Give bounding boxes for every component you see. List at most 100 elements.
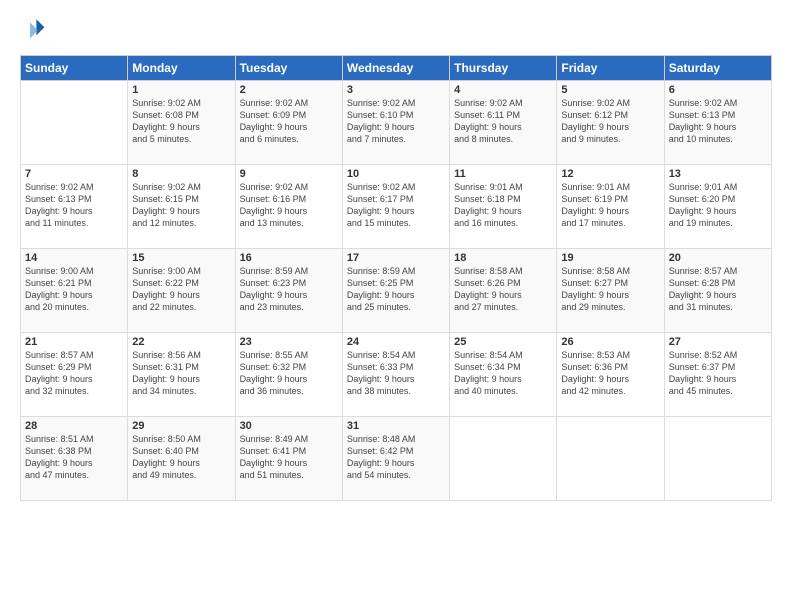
day-number: 16 xyxy=(240,252,338,264)
day-cell: 18Sunrise: 8:58 AM Sunset: 6:26 PM Dayli… xyxy=(450,249,557,333)
day-info: Sunrise: 9:02 AM Sunset: 6:11 PM Dayligh… xyxy=(454,97,552,146)
day-info: Sunrise: 8:54 AM Sunset: 6:33 PM Dayligh… xyxy=(347,349,445,398)
day-info: Sunrise: 9:02 AM Sunset: 6:10 PM Dayligh… xyxy=(347,97,445,146)
day-number: 26 xyxy=(561,336,659,348)
day-cell: 11Sunrise: 9:01 AM Sunset: 6:18 PM Dayli… xyxy=(450,165,557,249)
day-cell: 17Sunrise: 8:59 AM Sunset: 6:25 PM Dayli… xyxy=(342,249,449,333)
day-number: 22 xyxy=(132,336,230,348)
header-day-thursday: Thursday xyxy=(450,56,557,81)
day-info: Sunrise: 9:02 AM Sunset: 6:16 PM Dayligh… xyxy=(240,181,338,230)
week-row-3: 21Sunrise: 8:57 AM Sunset: 6:29 PM Dayli… xyxy=(21,333,772,417)
day-cell: 19Sunrise: 8:58 AM Sunset: 6:27 PM Dayli… xyxy=(557,249,664,333)
day-number: 6 xyxy=(669,84,767,96)
day-cell: 8Sunrise: 9:02 AM Sunset: 6:15 PM Daylig… xyxy=(128,165,235,249)
day-number: 9 xyxy=(240,168,338,180)
day-info: Sunrise: 8:57 AM Sunset: 6:29 PM Dayligh… xyxy=(25,349,123,398)
day-number: 28 xyxy=(25,420,123,432)
day-info: Sunrise: 8:49 AM Sunset: 6:41 PM Dayligh… xyxy=(240,433,338,482)
day-info: Sunrise: 9:02 AM Sunset: 6:08 PM Dayligh… xyxy=(132,97,230,146)
day-cell: 26Sunrise: 8:53 AM Sunset: 6:36 PM Dayli… xyxy=(557,333,664,417)
day-cell: 12Sunrise: 9:01 AM Sunset: 6:19 PM Dayli… xyxy=(557,165,664,249)
day-info: Sunrise: 9:02 AM Sunset: 6:13 PM Dayligh… xyxy=(25,181,123,230)
day-number: 15 xyxy=(132,252,230,264)
day-cell: 24Sunrise: 8:54 AM Sunset: 6:33 PM Dayli… xyxy=(342,333,449,417)
day-info: Sunrise: 8:48 AM Sunset: 6:42 PM Dayligh… xyxy=(347,433,445,482)
day-number: 3 xyxy=(347,84,445,96)
day-cell: 22Sunrise: 8:56 AM Sunset: 6:31 PM Dayli… xyxy=(128,333,235,417)
day-info: Sunrise: 8:52 AM Sunset: 6:37 PM Dayligh… xyxy=(669,349,767,398)
day-info: Sunrise: 8:56 AM Sunset: 6:31 PM Dayligh… xyxy=(132,349,230,398)
day-cell: 25Sunrise: 8:54 AM Sunset: 6:34 PM Dayli… xyxy=(450,333,557,417)
day-cell xyxy=(664,417,771,501)
day-number: 27 xyxy=(669,336,767,348)
day-number: 17 xyxy=(347,252,445,264)
day-info: Sunrise: 8:53 AM Sunset: 6:36 PM Dayligh… xyxy=(561,349,659,398)
day-number: 25 xyxy=(454,336,552,348)
week-row-2: 14Sunrise: 9:00 AM Sunset: 6:21 PM Dayli… xyxy=(21,249,772,333)
day-cell: 14Sunrise: 9:00 AM Sunset: 6:21 PM Dayli… xyxy=(21,249,128,333)
header-day-friday: Friday xyxy=(557,56,664,81)
day-cell: 9Sunrise: 9:02 AM Sunset: 6:16 PM Daylig… xyxy=(235,165,342,249)
week-row-1: 7Sunrise: 9:02 AM Sunset: 6:13 PM Daylig… xyxy=(21,165,772,249)
header-day-tuesday: Tuesday xyxy=(235,56,342,81)
day-number: 4 xyxy=(454,84,552,96)
day-info: Sunrise: 9:00 AM Sunset: 6:21 PM Dayligh… xyxy=(25,265,123,314)
logo xyxy=(20,16,50,45)
day-info: Sunrise: 8:59 AM Sunset: 6:23 PM Dayligh… xyxy=(240,265,338,314)
day-info: Sunrise: 8:50 AM Sunset: 6:40 PM Dayligh… xyxy=(132,433,230,482)
week-row-0: 1Sunrise: 9:02 AM Sunset: 6:08 PM Daylig… xyxy=(21,81,772,165)
day-info: Sunrise: 8:59 AM Sunset: 6:25 PM Dayligh… xyxy=(347,265,445,314)
day-cell: 10Sunrise: 9:02 AM Sunset: 6:17 PM Dayli… xyxy=(342,165,449,249)
day-number: 23 xyxy=(240,336,338,348)
day-number: 13 xyxy=(669,168,767,180)
day-info: Sunrise: 9:01 AM Sunset: 6:20 PM Dayligh… xyxy=(669,181,767,230)
day-cell: 15Sunrise: 9:00 AM Sunset: 6:22 PM Dayli… xyxy=(128,249,235,333)
day-number: 18 xyxy=(454,252,552,264)
day-number: 7 xyxy=(25,168,123,180)
day-info: Sunrise: 8:58 AM Sunset: 6:26 PM Dayligh… xyxy=(454,265,552,314)
day-cell: 13Sunrise: 9:01 AM Sunset: 6:20 PM Dayli… xyxy=(664,165,771,249)
day-cell: 20Sunrise: 8:57 AM Sunset: 6:28 PM Dayli… xyxy=(664,249,771,333)
header-row: SundayMondayTuesdayWednesdayThursdayFrid… xyxy=(21,56,772,81)
day-cell: 16Sunrise: 8:59 AM Sunset: 6:23 PM Dayli… xyxy=(235,249,342,333)
day-info: Sunrise: 9:02 AM Sunset: 6:15 PM Dayligh… xyxy=(132,181,230,230)
day-number: 11 xyxy=(454,168,552,180)
day-number: 12 xyxy=(561,168,659,180)
header xyxy=(20,16,772,45)
day-cell: 2Sunrise: 9:02 AM Sunset: 6:09 PM Daylig… xyxy=(235,81,342,165)
day-cell: 21Sunrise: 8:57 AM Sunset: 6:29 PM Dayli… xyxy=(21,333,128,417)
day-info: Sunrise: 8:58 AM Sunset: 6:27 PM Dayligh… xyxy=(561,265,659,314)
header-day-sunday: Sunday xyxy=(21,56,128,81)
day-cell: 29Sunrise: 8:50 AM Sunset: 6:40 PM Dayli… xyxy=(128,417,235,501)
day-cell: 27Sunrise: 8:52 AM Sunset: 6:37 PM Dayli… xyxy=(664,333,771,417)
day-cell: 7Sunrise: 9:02 AM Sunset: 6:13 PM Daylig… xyxy=(21,165,128,249)
day-cell: 4Sunrise: 9:02 AM Sunset: 6:11 PM Daylig… xyxy=(450,81,557,165)
day-info: Sunrise: 8:55 AM Sunset: 6:32 PM Dayligh… xyxy=(240,349,338,398)
day-info: Sunrise: 9:01 AM Sunset: 6:18 PM Dayligh… xyxy=(454,181,552,230)
day-number: 10 xyxy=(347,168,445,180)
day-number: 5 xyxy=(561,84,659,96)
header-day-saturday: Saturday xyxy=(664,56,771,81)
day-cell: 23Sunrise: 8:55 AM Sunset: 6:32 PM Dayli… xyxy=(235,333,342,417)
header-day-wednesday: Wednesday xyxy=(342,56,449,81)
logo-icon xyxy=(22,16,46,40)
day-number: 21 xyxy=(25,336,123,348)
day-cell: 1Sunrise: 9:02 AM Sunset: 6:08 PM Daylig… xyxy=(128,81,235,165)
day-number: 19 xyxy=(561,252,659,264)
day-info: Sunrise: 9:01 AM Sunset: 6:19 PM Dayligh… xyxy=(561,181,659,230)
day-info: Sunrise: 9:02 AM Sunset: 6:17 PM Dayligh… xyxy=(347,181,445,230)
calendar-table: SundayMondayTuesdayWednesdayThursdayFrid… xyxy=(20,55,772,501)
page: SundayMondayTuesdayWednesdayThursdayFrid… xyxy=(0,0,792,612)
day-info: Sunrise: 8:54 AM Sunset: 6:34 PM Dayligh… xyxy=(454,349,552,398)
day-cell xyxy=(21,81,128,165)
day-number: 20 xyxy=(669,252,767,264)
day-number: 2 xyxy=(240,84,338,96)
day-number: 8 xyxy=(132,168,230,180)
day-cell: 3Sunrise: 9:02 AM Sunset: 6:10 PM Daylig… xyxy=(342,81,449,165)
header-day-monday: Monday xyxy=(128,56,235,81)
day-number: 30 xyxy=(240,420,338,432)
day-cell: 30Sunrise: 8:49 AM Sunset: 6:41 PM Dayli… xyxy=(235,417,342,501)
day-number: 31 xyxy=(347,420,445,432)
day-cell: 28Sunrise: 8:51 AM Sunset: 6:38 PM Dayli… xyxy=(21,417,128,501)
day-cell xyxy=(450,417,557,501)
